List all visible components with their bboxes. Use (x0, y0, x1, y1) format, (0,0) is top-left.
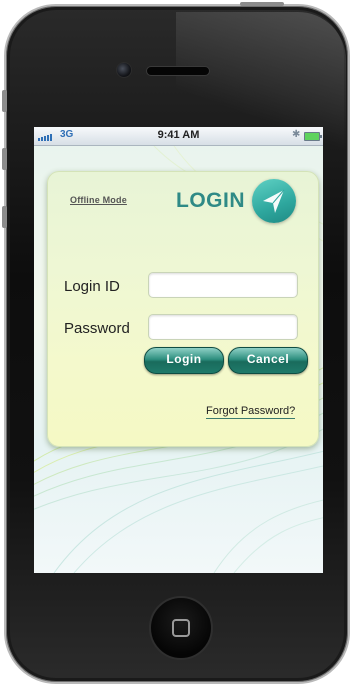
login-panel: Offline Mode LOGIN Login ID Password Log… (47, 171, 319, 447)
password-label: Password (64, 320, 130, 337)
earpiece-speaker (146, 66, 210, 76)
forgot-password-link[interactable]: Forgot Password? (206, 405, 296, 419)
login-id-input[interactable] (148, 272, 298, 298)
cancel-button[interactable]: Cancel (228, 347, 308, 374)
login-title: LOGIN (176, 189, 245, 212)
status-time: 9:41 AM (157, 129, 200, 141)
login-id-label: Login ID (64, 278, 120, 295)
home-square-icon (172, 619, 190, 637)
power-button (240, 2, 284, 6)
paper-plane-icon (252, 179, 296, 223)
volume-up-button (2, 148, 7, 170)
password-input[interactable] (148, 314, 298, 340)
bluetooth-icon: ✱ (292, 129, 301, 140)
offline-mode-link[interactable]: Offline Mode (70, 195, 127, 205)
front-camera (116, 62, 132, 78)
home-button[interactable] (149, 596, 213, 660)
battery-icon (304, 132, 322, 141)
login-button[interactable]: Login (144, 347, 224, 374)
status-bar: 3G 9:41 AM ✱ (34, 127, 323, 146)
phone-screen: 3G 9:41 AM ✱ Offline Mode LOGIN Login ID… (34, 127, 323, 573)
volume-down-button (2, 206, 7, 228)
mute-switch (2, 90, 7, 112)
